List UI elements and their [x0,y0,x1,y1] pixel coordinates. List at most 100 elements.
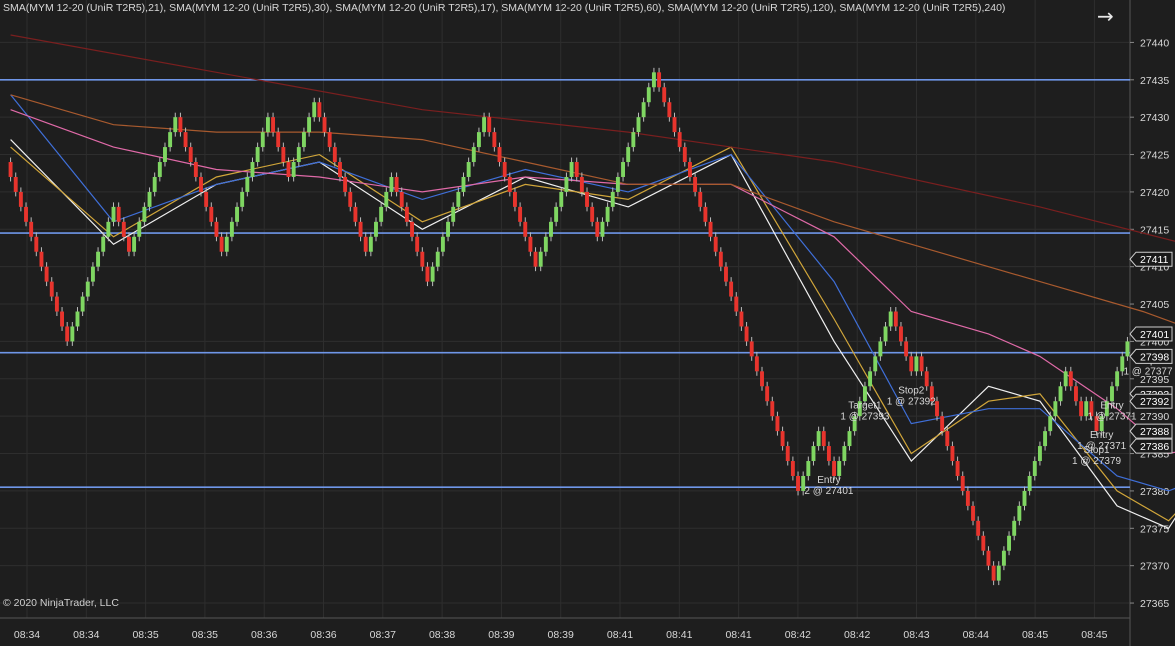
candle-body[interactable] [955,461,960,476]
candle-body[interactable] [183,132,188,148]
candle-body[interactable] [826,446,831,462]
candle-body[interactable] [173,117,178,133]
candle-body[interactable] [569,162,574,177]
candle-body[interactable] [981,535,986,551]
candle-body[interactable] [718,251,723,267]
candle-body[interactable] [65,326,70,342]
candle-body[interactable] [523,221,528,237]
candle-body[interactable] [1017,505,1022,521]
candle-body[interactable] [564,176,569,192]
candle-body[interactable] [399,191,404,207]
candle-body[interactable] [260,132,265,148]
candle-body[interactable] [332,147,337,163]
candle-body[interactable] [54,296,59,312]
candle-body[interactable] [847,431,852,447]
candle-body[interactable] [1058,386,1063,402]
candle-body[interactable] [286,162,291,177]
candle-body[interactable] [121,221,126,237]
candle-body[interactable] [775,416,780,432]
candle-body[interactable] [631,132,636,148]
candle-body[interactable] [456,191,461,207]
candle-body[interactable] [451,206,456,222]
candle-body[interactable] [662,87,667,103]
candle-body[interactable] [374,221,378,237]
candle-body[interactable] [394,176,399,192]
candle-body[interactable] [420,251,425,267]
candle-body[interactable] [358,221,363,237]
candle-body[interactable] [90,266,95,282]
candle-body[interactable] [682,147,687,163]
candle-body[interactable] [713,236,718,252]
candle-body[interactable] [883,326,888,342]
candle-body[interactable] [1012,520,1017,536]
candle-body[interactable] [502,162,507,177]
candle-body[interactable] [579,176,584,192]
candle-body[interactable] [379,206,384,222]
candle-body[interactable] [837,461,842,476]
candle-body[interactable] [657,72,662,88]
candle-body[interactable] [698,191,703,207]
candle-body[interactable] [559,191,564,207]
candle-body[interactable] [70,326,75,342]
candle-body[interactable] [780,431,785,447]
candle-body[interactable] [924,371,929,387]
candle-body[interactable] [811,446,816,462]
candle-body[interactable] [482,117,487,133]
candle-body[interactable] [1037,446,1042,462]
candle-body[interactable] [343,176,348,192]
candle-body[interactable] [168,132,173,148]
candle-body[interactable] [235,206,239,222]
candle-body[interactable] [327,132,332,148]
candle-body[interactable] [554,206,559,222]
candle-body[interactable] [389,176,394,192]
candle-body[interactable] [1079,401,1084,417]
candle-body[interactable] [806,461,811,476]
candle-body[interactable] [348,191,353,207]
candle-body[interactable] [785,446,790,462]
candle-body[interactable] [703,206,708,222]
candle-body[interactable] [899,326,903,342]
candle-body[interactable] [615,176,620,192]
candle-body[interactable] [672,117,677,133]
candle-body[interactable] [1048,416,1053,432]
candle-body[interactable] [219,236,224,252]
candle-body[interactable] [893,311,898,327]
candle-body[interactable] [729,281,734,297]
candle-body[interactable] [204,191,209,207]
candle-body[interactable] [142,206,147,222]
candle-body[interactable] [338,162,342,177]
candle-body[interactable] [796,475,800,491]
candle-body[interactable] [461,176,466,192]
candle-body[interactable] [317,102,322,118]
candle-body[interactable] [39,251,44,267]
candle-body[interactable] [111,206,116,222]
candle-body[interactable] [199,176,203,192]
candle-body[interactable] [415,236,420,252]
candle-body[interactable] [538,251,543,267]
candle-body[interactable] [832,461,837,476]
candle-body[interactable] [770,401,775,417]
candle-body[interactable] [734,296,739,312]
candle-body[interactable] [862,386,867,402]
candle-body[interactable] [960,475,965,491]
candle-body[interactable] [116,206,121,222]
candle-body[interactable] [940,416,945,432]
candle-body[interactable] [708,221,713,237]
candle-body[interactable] [971,505,975,521]
candle-body[interactable] [410,221,414,237]
candle-body[interactable] [919,356,924,372]
candle-body[interactable] [904,341,909,357]
candle-body[interactable] [724,266,728,282]
candle-body[interactable] [492,132,497,148]
candle-body[interactable] [368,236,373,252]
candle-body[interactable] [106,221,111,237]
candle-body[interactable] [446,221,451,237]
candle-body[interactable] [8,162,13,177]
candle-body[interactable] [101,236,106,252]
arrow-right-icon[interactable]: → [1097,6,1114,26]
candle-body[interactable] [487,117,492,133]
price-chart[interactable]: 08:34 08:34 08:35 08:35 08:36 08:36 08:37 08:38… [0,0,1175,646]
candle-body[interactable] [188,147,193,163]
candle-body[interactable] [80,296,85,312]
candle-body[interactable] [147,191,152,207]
